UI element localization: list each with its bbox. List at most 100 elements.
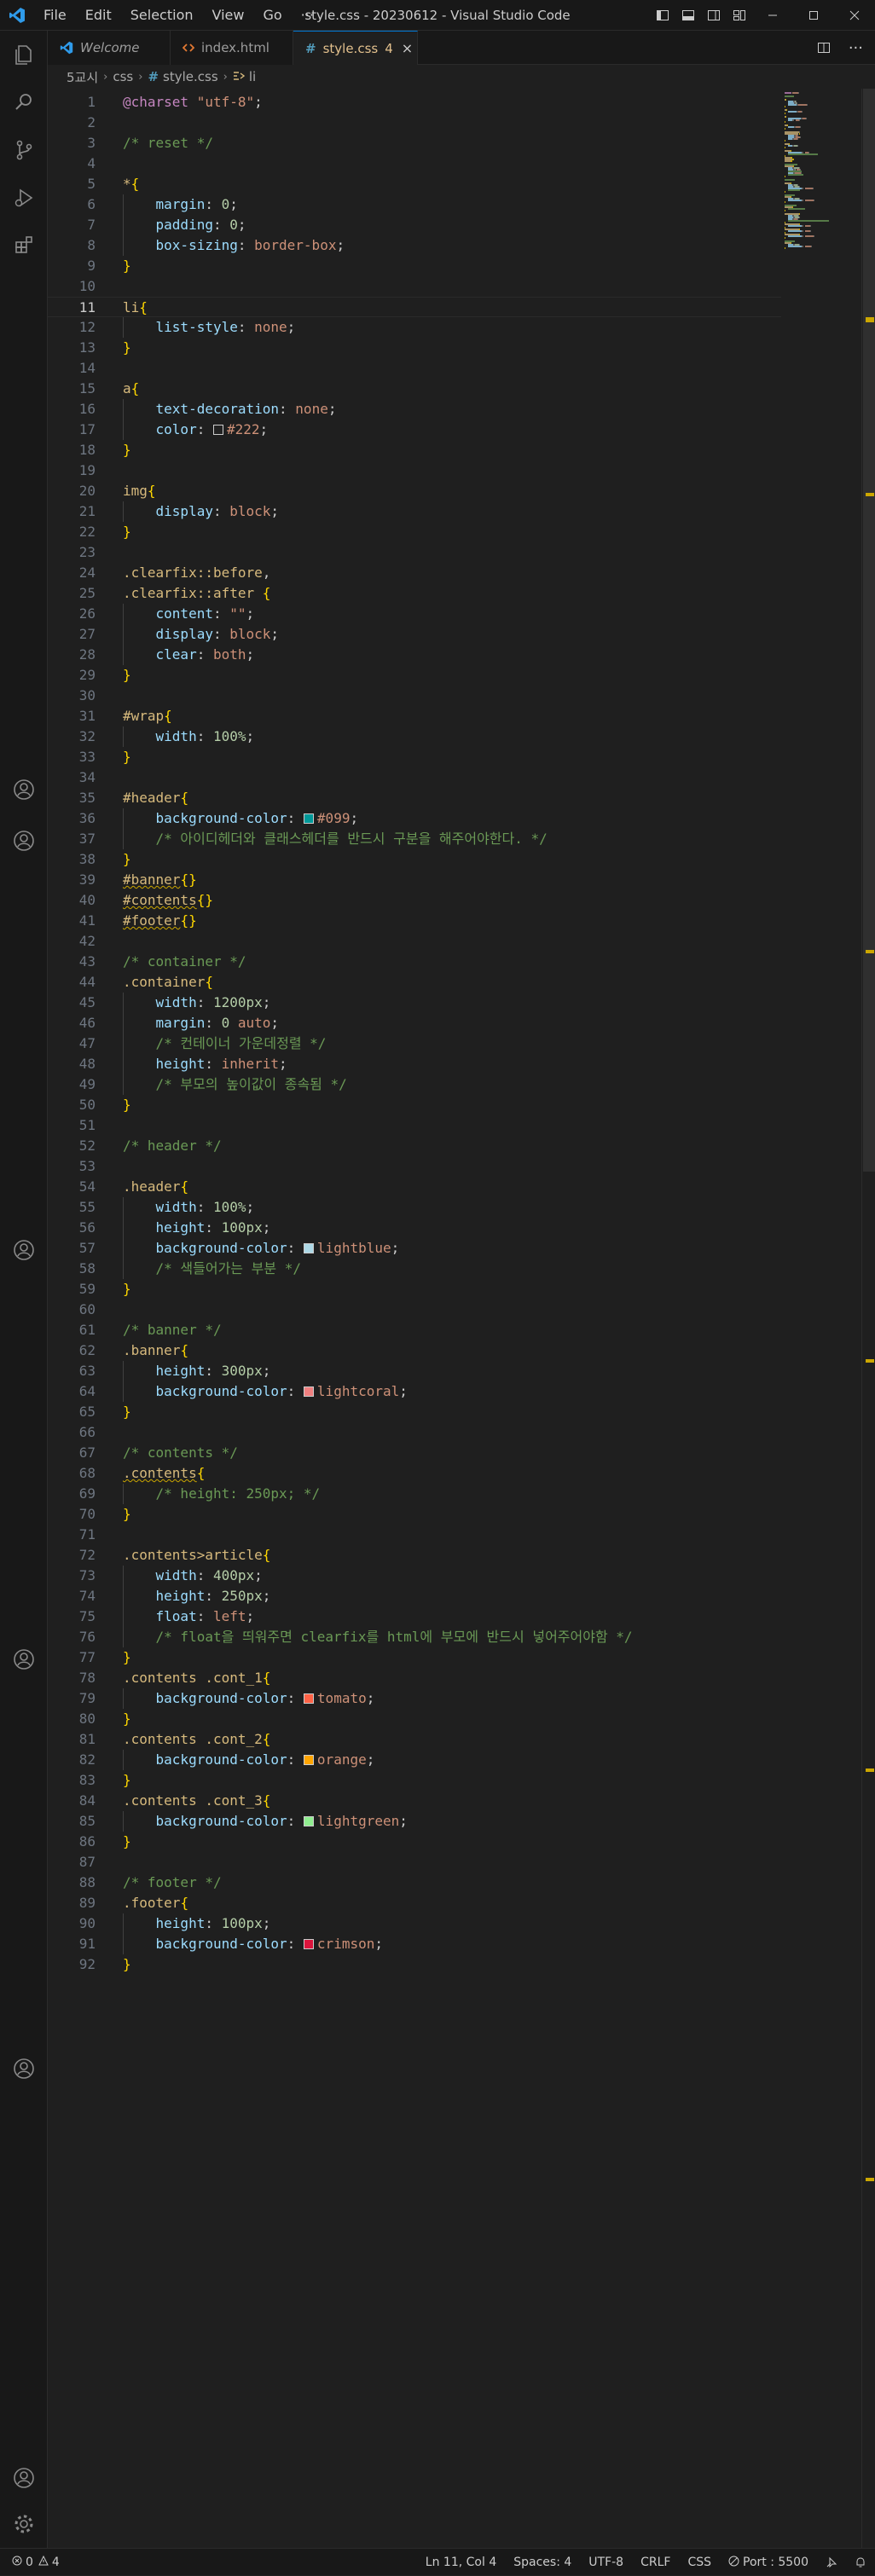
minimize-icon[interactable] [752,0,793,31]
tab-welcome[interactable]: Welcome [48,31,171,65]
code-line[interactable]: 84 .contents .cont_3{ [48,1791,781,1811]
code-line[interactable]: 19 [48,460,781,481]
breadcrumb-item[interactable]: css [113,69,133,84]
code-line[interactable]: 89 .footer{ [48,1893,781,1913]
code-line[interactable]: 11 li{ [48,297,781,317]
toggle-secondary-sidebar-icon[interactable] [701,0,727,31]
code-line[interactable]: 76 /* float을 띄워주면 clearfix를 html에 부모에 반드… [48,1627,781,1647]
menu-view[interactable]: View [203,0,254,31]
code-line[interactable]: 79 background-color: tomato; [48,1688,781,1709]
code-line[interactable]: 12 list-style: none; [48,317,781,338]
color-swatch[interactable] [303,1939,314,1949]
code-line[interactable]: 75 float: left; [48,1606,781,1627]
encoding[interactable]: UTF-8 [588,2556,623,2569]
code-line[interactable]: 25 .clearfix::after { [48,583,781,604]
color-swatch[interactable] [303,1243,314,1253]
code-line[interactable]: 45 width: 1200px; [48,993,781,1013]
account-icon[interactable] [0,2454,48,2502]
code-line[interactable]: 66 [48,1422,781,1443]
code-line[interactable]: 91 background-color: crimson; [48,1934,781,1954]
explorer-icon[interactable] [0,31,48,78]
code-line[interactable]: 5 *{ [48,174,781,194]
code-line[interactable]: 18} [48,440,781,460]
code-line[interactable]: 8 box-sizing: border-box; [48,235,781,256]
run-debug-icon[interactable] [0,174,48,222]
code-line[interactable]: 61 /* banner */ [48,1320,781,1340]
code-line[interactable]: 56 height: 100px; [48,1218,781,1238]
code-line[interactable]: 36 background-color: #099; [48,808,781,829]
account-icon[interactable] [0,817,48,865]
code-line[interactable]: 32 width: 100%; [48,726,781,747]
color-swatch[interactable] [303,1386,314,1397]
code-line[interactable]: 38} [48,849,781,870]
language-mode[interactable]: CSS [687,2556,711,2569]
search-icon[interactable] [0,78,48,126]
settings-gear-icon[interactable] [0,2500,48,2548]
code-line[interactable]: 64 background-color: lightcoral; [48,1381,781,1402]
more-actions-icon[interactable]: ··· [849,31,863,65]
code-line[interactable]: 67 /* contents */ [48,1443,781,1463]
code-line[interactable]: 77} [48,1647,781,1668]
extensions-icon[interactable] [0,222,48,269]
account-icon[interactable] [0,1635,48,1683]
code-line[interactable]: 92} [48,1954,781,1975]
split-editor-icon[interactable] [817,31,831,65]
indentation[interactable]: Spaces: 4 [513,2556,571,2569]
code-line[interactable]: 74 height: 250px; [48,1586,781,1606]
code-line[interactable]: 10 [48,276,781,297]
code-line[interactable]: 52 /* header */ [48,1136,781,1156]
breadcrumb-item[interactable]: li [249,69,256,84]
account-icon[interactable] [0,1226,48,1274]
code-line[interactable]: 4 [48,153,781,174]
code-line[interactable]: 53 [48,1156,781,1177]
code-line[interactable]: 47 /* 컨테이너 가운데정렬 */ [48,1033,781,1054]
code-line[interactable]: 42 [48,931,781,952]
code-line[interactable]: 65} [48,1402,781,1422]
code-line[interactable]: 22} [48,522,781,542]
code-line[interactable]: 35 #header{ [48,788,781,808]
code-line[interactable]: 24 .clearfix::before, [48,563,781,583]
code-line[interactable]: 51 [48,1115,781,1136]
code-line[interactable]: 23 [48,542,781,563]
menu-more[interactable]: ··· [292,0,323,31]
code-line[interactable]: 14 [48,358,781,379]
tab-style-css[interactable]: # style.css 4 × [293,31,418,65]
feedback-icon[interactable] [826,2556,837,2568]
code-line[interactable]: 46 margin: 0 auto; [48,1013,781,1033]
code-line[interactable]: 54 .header{ [48,1177,781,1197]
color-swatch[interactable] [303,813,314,824]
account-icon[interactable] [0,2045,48,2093]
code-line[interactable]: 81 .contents .cont_2{ [48,1729,781,1750]
code-line[interactable]: 86} [48,1832,781,1852]
problems-indicator[interactable]: 0 4 [12,2555,60,2569]
code-line[interactable]: 33} [48,747,781,767]
code-editor[interactable]: 1 @charset "utf-8"; 2 3/* reset */4 5 *{6 mar… [48,89,875,2548]
maximize-icon[interactable] [793,0,834,31]
code-line[interactable]: 7 padding: 0; [48,215,781,235]
code-line[interactable]: 49 /* 부모의 높이값이 종속됨 */ [48,1074,781,1095]
code-line[interactable]: 68 .contents{ [48,1463,781,1484]
code-line[interactable]: 2 [48,113,781,133]
code-line[interactable]: 16 text-decoration: none; [48,399,781,420]
code-line[interactable]: 80} [48,1709,781,1729]
close-window-icon[interactable] [834,0,875,31]
code-line[interactable]: 17 color: #222; [48,420,781,440]
code-line[interactable]: 15 a{ [48,379,781,399]
code-line[interactable]: 21 display: block; [48,501,781,522]
code-line[interactable]: 6 margin: 0; [48,194,781,215]
code-line[interactable]: 85 background-color: lightgreen; [48,1811,781,1832]
code-line[interactable]: 83} [48,1770,781,1791]
code-line[interactable]: 40 #contents{} [48,890,781,911]
code-line[interactable]: 31 #wrap{ [48,706,781,726]
menu-selection[interactable]: Selection [121,0,203,31]
menu-file[interactable]: File [34,0,76,31]
code-line[interactable]: 60 [48,1300,781,1320]
code-line[interactable]: 9} [48,256,781,276]
code-line[interactable]: 28 clear: both; [48,645,781,665]
code-line[interactable]: 34 [48,767,781,788]
code-line[interactable]: 48 height: inherit; [48,1054,781,1074]
code-line[interactable]: 20 img{ [48,481,781,501]
code-line[interactable]: 26 content: ""; [48,604,781,624]
code-line[interactable]: 73 width: 400px; [48,1566,781,1586]
code-line[interactable]: 87 [48,1852,781,1873]
